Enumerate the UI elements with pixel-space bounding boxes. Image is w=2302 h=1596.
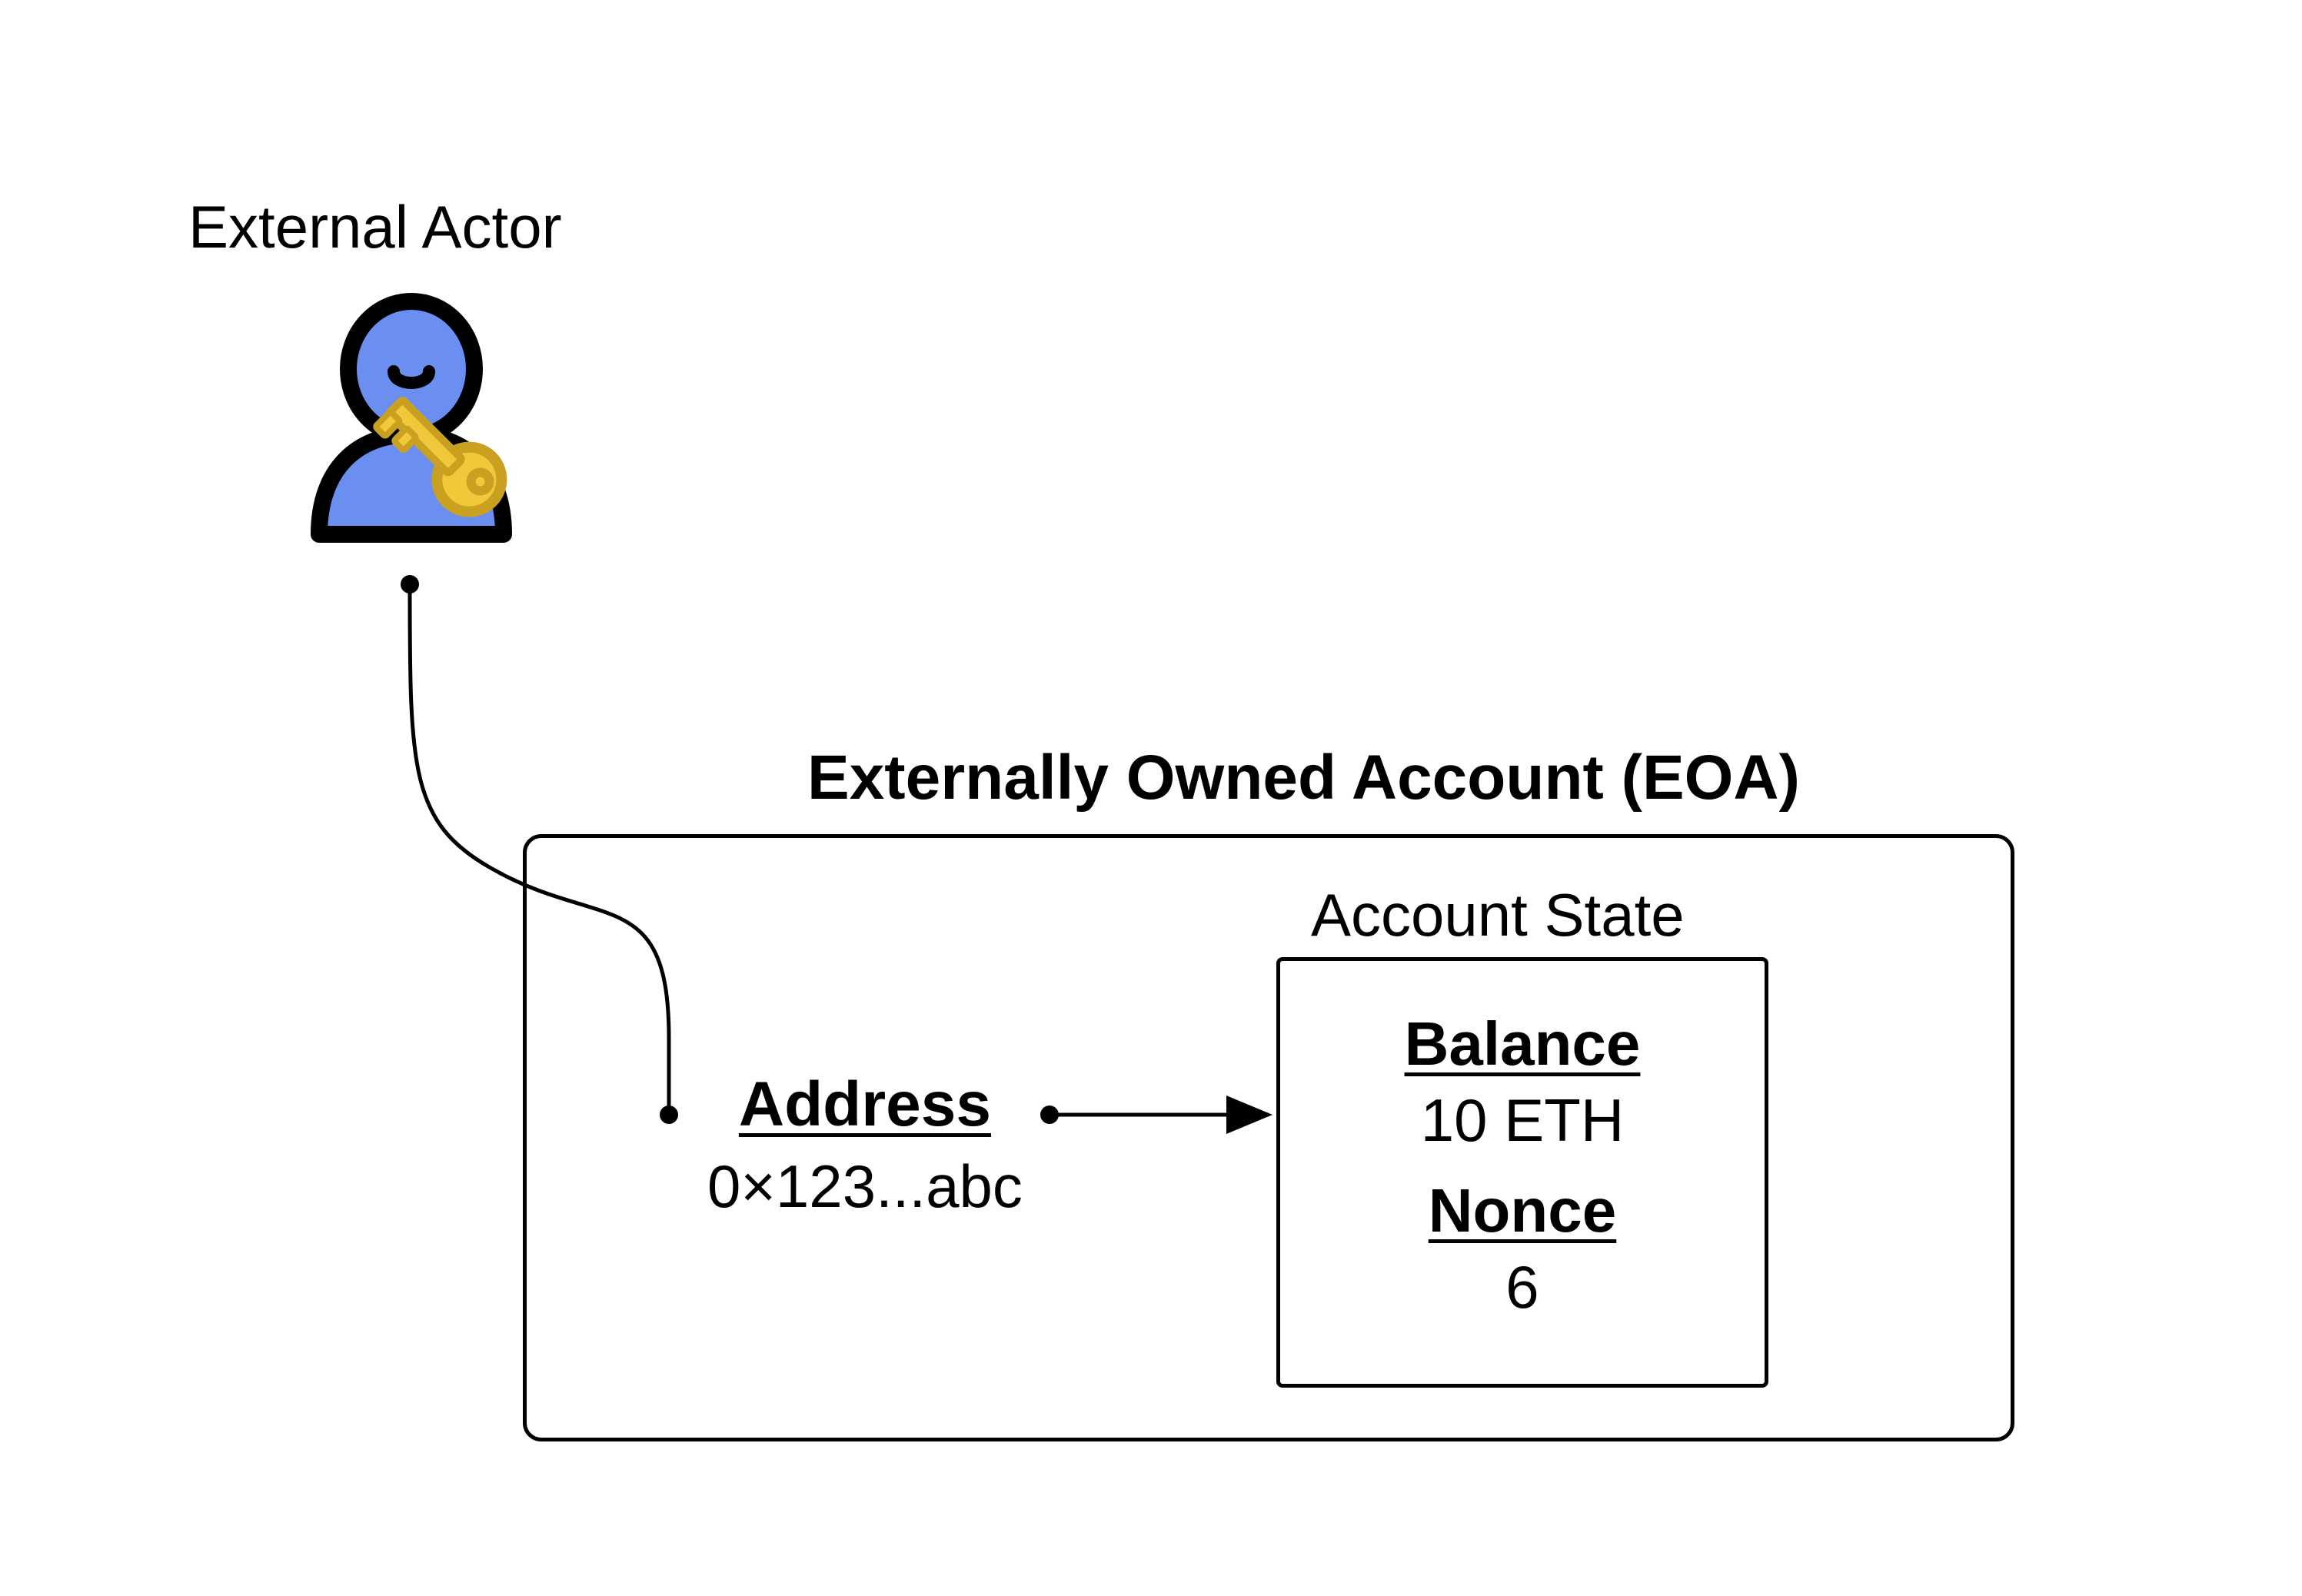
- address-group: Address 0×123...abc: [707, 1069, 1023, 1222]
- nonce-label: Nonce: [1429, 1175, 1617, 1246]
- external-actor-label: External Actor: [188, 192, 562, 262]
- address-label: Address: [707, 1069, 1023, 1141]
- nonce-value: 6: [1505, 1252, 1539, 1322]
- external-actor-icon-group: [269, 288, 554, 573]
- account-state-title: Account State: [1311, 880, 1685, 950]
- connector-start-dot: [401, 575, 419, 594]
- balance-label: Balance: [1405, 1009, 1641, 1079]
- balance-value: 10 ETH: [1421, 1086, 1624, 1155]
- eoa-title: Externally Owned Account (EOA): [807, 742, 1800, 814]
- address-value: 0×123...abc: [707, 1152, 1023, 1222]
- account-state-box: Balance 10 ETH Nonce 6: [1276, 957, 1768, 1388]
- eoa-diagram: External Actor Externally Owned Account …: [0, 0, 2302, 1596]
